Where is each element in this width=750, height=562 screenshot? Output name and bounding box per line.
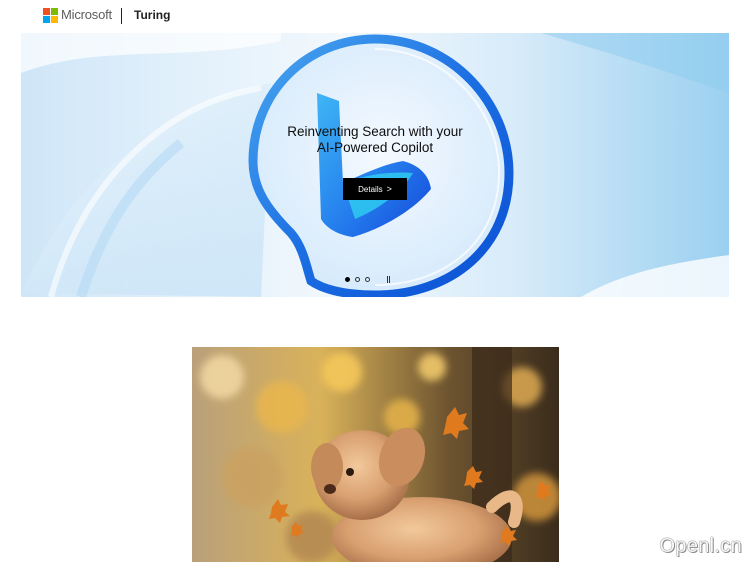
pause-icon[interactable] [387, 276, 393, 283]
details-button-label: Details [358, 184, 383, 194]
carousel-dot-2[interactable] [355, 277, 360, 282]
microsoft-logo-icon[interactable] [43, 8, 58, 23]
header-divider [121, 8, 122, 24]
turing-product-link[interactable]: Turing [134, 8, 170, 22]
hero-background [21, 33, 729, 297]
carousel-dot-3[interactable] [365, 277, 370, 282]
carousel-indicators [345, 277, 370, 282]
dog-photo-illustration [192, 347, 559, 562]
carousel-dot-1[interactable] [345, 277, 350, 282]
dog-photo [192, 347, 559, 562]
details-button[interactable]: Details > [343, 178, 407, 200]
hero-banner: Reinventing Search with your AI-Powered … [21, 33, 729, 297]
microsoft-brand-link[interactable]: Microsoft [61, 7, 112, 22]
watermark-text: Openl.cn [659, 535, 742, 557]
chevron-right-icon: > [386, 184, 392, 194]
hero-title: Reinventing Search with your AI-Powered … [287, 124, 463, 155]
top-nav: Microsoft Turing [0, 0, 750, 32]
